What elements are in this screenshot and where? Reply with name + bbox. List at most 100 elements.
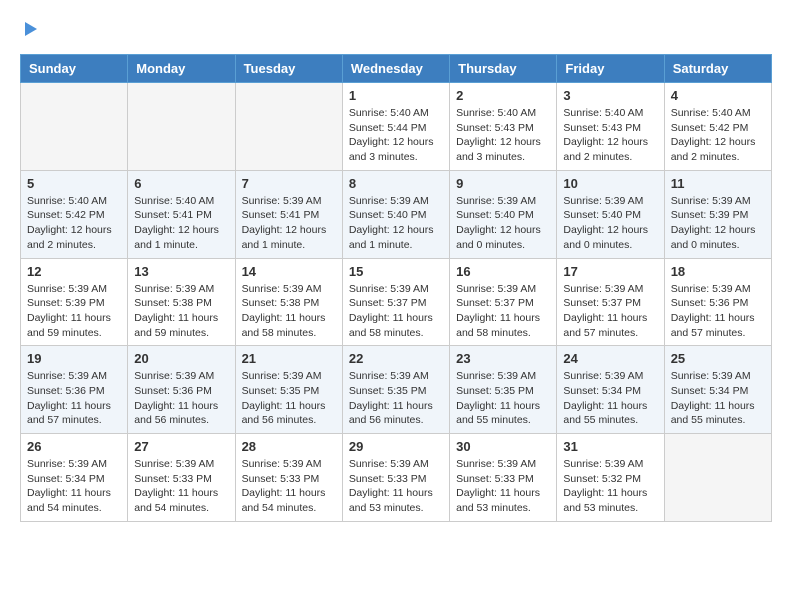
day-number: 15 [349, 264, 443, 279]
calendar-day-cell: 24Sunrise: 5:39 AM Sunset: 5:34 PM Dayli… [557, 346, 664, 434]
calendar-day-cell: 27Sunrise: 5:39 AM Sunset: 5:33 PM Dayli… [128, 434, 235, 522]
day-number: 4 [671, 88, 765, 103]
day-number: 29 [349, 439, 443, 454]
day-number: 17 [563, 264, 657, 279]
day-info: Sunrise: 5:39 AM Sunset: 5:40 PM Dayligh… [563, 194, 657, 253]
calendar-day-cell: 5 Sunrise: 5:40 AM Sunset: 5:42 PM Daylig… [21, 170, 128, 258]
calendar-day-cell: 26 Sunrise: 5:39 AM Sunset: 5:34 PM Dayli… [21, 434, 128, 522]
calendar-day-cell: 28 Sunrise: 5:39 AM Sunset: 5:33 PM Dayli… [235, 434, 342, 522]
calendar-day-cell [21, 83, 128, 171]
day-info: Sunrise: 5:39 AM Sunset: 5:39 PM Dayligh… [27, 282, 121, 341]
day-info: Sunrise: 5:39 AM Sunset: 5:34 PM Dayligh… [671, 369, 765, 428]
day-info: Sunrise: 5:40 AM Sunset: 5:43 PM Dayligh… [563, 106, 657, 165]
day-number: 22 [349, 351, 443, 366]
calendar-day-cell: 13 Sunrise: 5:39 AM Sunset: 5:38 PM Dayli… [128, 258, 235, 346]
page-header [20, 20, 772, 38]
calendar-day-cell: 10 Sunrise: 5:39 AM Sunset: 5:40 PM Dayli… [557, 170, 664, 258]
calendar-day-cell: 19 Sunrise: 5:39 AM Sunset: 5:36 PM Dayli… [21, 346, 128, 434]
calendar-day-cell: 31 Sunrise: 5:39 AM Sunset: 5:32 PM Dayli… [557, 434, 664, 522]
day-info: Sunrise: 5:39 AM Sunset: 5:41 PM Dayligh… [242, 194, 336, 253]
calendar-day-cell: 12 Sunrise: 5:39 AM Sunset: 5:39 PM Dayli… [21, 258, 128, 346]
day-info: Sunrise: 5:39 AM Sunset: 5:38 PM Dayligh… [134, 282, 228, 341]
logo [20, 20, 40, 38]
day-number: 25 [671, 351, 765, 366]
day-number: 19 [27, 351, 121, 366]
day-info: Sunrise: 5:40 AM Sunset: 5:43 PM Dayligh… [456, 106, 550, 165]
day-number: 21 [242, 351, 336, 366]
day-number: 20 [134, 351, 228, 366]
day-info: Sunrise: 5:39 AM Sunset: 5:36 PM Dayligh… [134, 369, 228, 428]
day-info: Sunrise: 5:40 AM Sunset: 5:44 PM Dayligh… [349, 106, 443, 165]
day-number: 30 [456, 439, 550, 454]
day-info: Sunrise: 5:39 AM Sunset: 5:37 PM Dayligh… [563, 282, 657, 341]
calendar-day-cell: 7Sunrise: 5:39 AM Sunset: 5:41 PM Daylig… [235, 170, 342, 258]
calendar-week-row: 5 Sunrise: 5:40 AM Sunset: 5:42 PM Daylig… [21, 170, 772, 258]
calendar-day-cell: 17 Sunrise: 5:39 AM Sunset: 5:37 PM Dayli… [557, 258, 664, 346]
calendar-day-cell: 30 Sunrise: 5:39 AM Sunset: 5:33 PM Dayli… [450, 434, 557, 522]
day-info: Sunrise: 5:39 AM Sunset: 5:33 PM Dayligh… [456, 457, 550, 516]
day-info: Sunrise: 5:40 AM Sunset: 5:42 PM Dayligh… [27, 194, 121, 253]
day-info: Sunrise: 5:39 AM Sunset: 5:34 PM Dayligh… [563, 369, 657, 428]
day-number: 26 [27, 439, 121, 454]
day-number: 14 [242, 264, 336, 279]
day-info: Sunrise: 5:39 AM Sunset: 5:36 PM Dayligh… [27, 369, 121, 428]
calendar-day-cell: 25 Sunrise: 5:39 AM Sunset: 5:34 PM Dayli… [664, 346, 771, 434]
day-number: 2 [456, 88, 550, 103]
day-number: 28 [242, 439, 336, 454]
calendar-table: SundayMondayTuesdayWednesdayThursdayFrid… [20, 54, 772, 522]
day-number: 6 [134, 176, 228, 191]
calendar-week-row: 12 Sunrise: 5:39 AM Sunset: 5:39 PM Dayli… [21, 258, 772, 346]
day-info: Sunrise: 5:39 AM Sunset: 5:39 PM Dayligh… [671, 194, 765, 253]
day-info: Sunrise: 5:39 AM Sunset: 5:35 PM Dayligh… [242, 369, 336, 428]
calendar-week-row: 19 Sunrise: 5:39 AM Sunset: 5:36 PM Dayli… [21, 346, 772, 434]
day-info: Sunrise: 5:39 AM Sunset: 5:34 PM Dayligh… [27, 457, 121, 516]
calendar-day-cell: 18 Sunrise: 5:39 AM Sunset: 5:36 PM Dayli… [664, 258, 771, 346]
day-number: 5 [27, 176, 121, 191]
day-info: Sunrise: 5:39 AM Sunset: 5:37 PM Dayligh… [456, 282, 550, 341]
day-info: Sunrise: 5:39 AM Sunset: 5:35 PM Dayligh… [456, 369, 550, 428]
day-number: 13 [134, 264, 228, 279]
day-of-week-header: Friday [557, 55, 664, 83]
calendar-week-row: 1 Sunrise: 5:40 AM Sunset: 5:44 PM Daylig… [21, 83, 772, 171]
day-info: Sunrise: 5:39 AM Sunset: 5:33 PM Dayligh… [242, 457, 336, 516]
calendar-day-cell: 11Sunrise: 5:39 AM Sunset: 5:39 PM Dayli… [664, 170, 771, 258]
day-info: Sunrise: 5:40 AM Sunset: 5:41 PM Dayligh… [134, 194, 228, 253]
day-number: 9 [456, 176, 550, 191]
calendar-day-cell: 4 Sunrise: 5:40 AM Sunset: 5:42 PM Daylig… [664, 83, 771, 171]
logo-arrow-icon [21, 20, 39, 38]
calendar-day-cell: 22Sunrise: 5:39 AM Sunset: 5:35 PM Dayli… [342, 346, 449, 434]
calendar-day-cell: 1 Sunrise: 5:40 AM Sunset: 5:44 PM Daylig… [342, 83, 449, 171]
calendar-day-cell [664, 434, 771, 522]
day-info: Sunrise: 5:39 AM Sunset: 5:32 PM Dayligh… [563, 457, 657, 516]
day-number: 31 [563, 439, 657, 454]
day-number: 10 [563, 176, 657, 191]
day-number: 8 [349, 176, 443, 191]
day-of-week-header: Saturday [664, 55, 771, 83]
day-number: 16 [456, 264, 550, 279]
day-number: 1 [349, 88, 443, 103]
day-info: Sunrise: 5:40 AM Sunset: 5:42 PM Dayligh… [671, 106, 765, 165]
calendar-day-cell: 16 Sunrise: 5:39 AM Sunset: 5:37 PM Dayli… [450, 258, 557, 346]
day-info: Sunrise: 5:39 AM Sunset: 5:40 PM Dayligh… [349, 194, 443, 253]
day-info: Sunrise: 5:39 AM Sunset: 5:33 PM Dayligh… [349, 457, 443, 516]
day-info: Sunrise: 5:39 AM Sunset: 5:40 PM Dayligh… [456, 194, 550, 253]
calendar-day-cell [128, 83, 235, 171]
calendar-day-cell: 23 Sunrise: 5:39 AM Sunset: 5:35 PM Dayli… [450, 346, 557, 434]
calendar-day-cell: 15 Sunrise: 5:39 AM Sunset: 5:37 PM Dayli… [342, 258, 449, 346]
calendar-day-cell: 3 Sunrise: 5:40 AM Sunset: 5:43 PM Daylig… [557, 83, 664, 171]
calendar-day-cell: 14 Sunrise: 5:39 AM Sunset: 5:38 PM Dayli… [235, 258, 342, 346]
day-number: 18 [671, 264, 765, 279]
day-info: Sunrise: 5:39 AM Sunset: 5:37 PM Dayligh… [349, 282, 443, 341]
day-info: Sunrise: 5:39 AM Sunset: 5:38 PM Dayligh… [242, 282, 336, 341]
day-number: 23 [456, 351, 550, 366]
day-info: Sunrise: 5:39 AM Sunset: 5:36 PM Dayligh… [671, 282, 765, 341]
day-number: 3 [563, 88, 657, 103]
day-number: 12 [27, 264, 121, 279]
calendar-day-cell: 2 Sunrise: 5:40 AM Sunset: 5:43 PM Daylig… [450, 83, 557, 171]
day-of-week-header: Wednesday [342, 55, 449, 83]
day-of-week-header: Monday [128, 55, 235, 83]
day-of-week-header: Tuesday [235, 55, 342, 83]
calendar-week-row: 26 Sunrise: 5:39 AM Sunset: 5:34 PM Dayli… [21, 434, 772, 522]
calendar-day-cell: 20 Sunrise: 5:39 AM Sunset: 5:36 PM Dayli… [128, 346, 235, 434]
calendar-day-cell: 9 Sunrise: 5:39 AM Sunset: 5:40 PM Daylig… [450, 170, 557, 258]
